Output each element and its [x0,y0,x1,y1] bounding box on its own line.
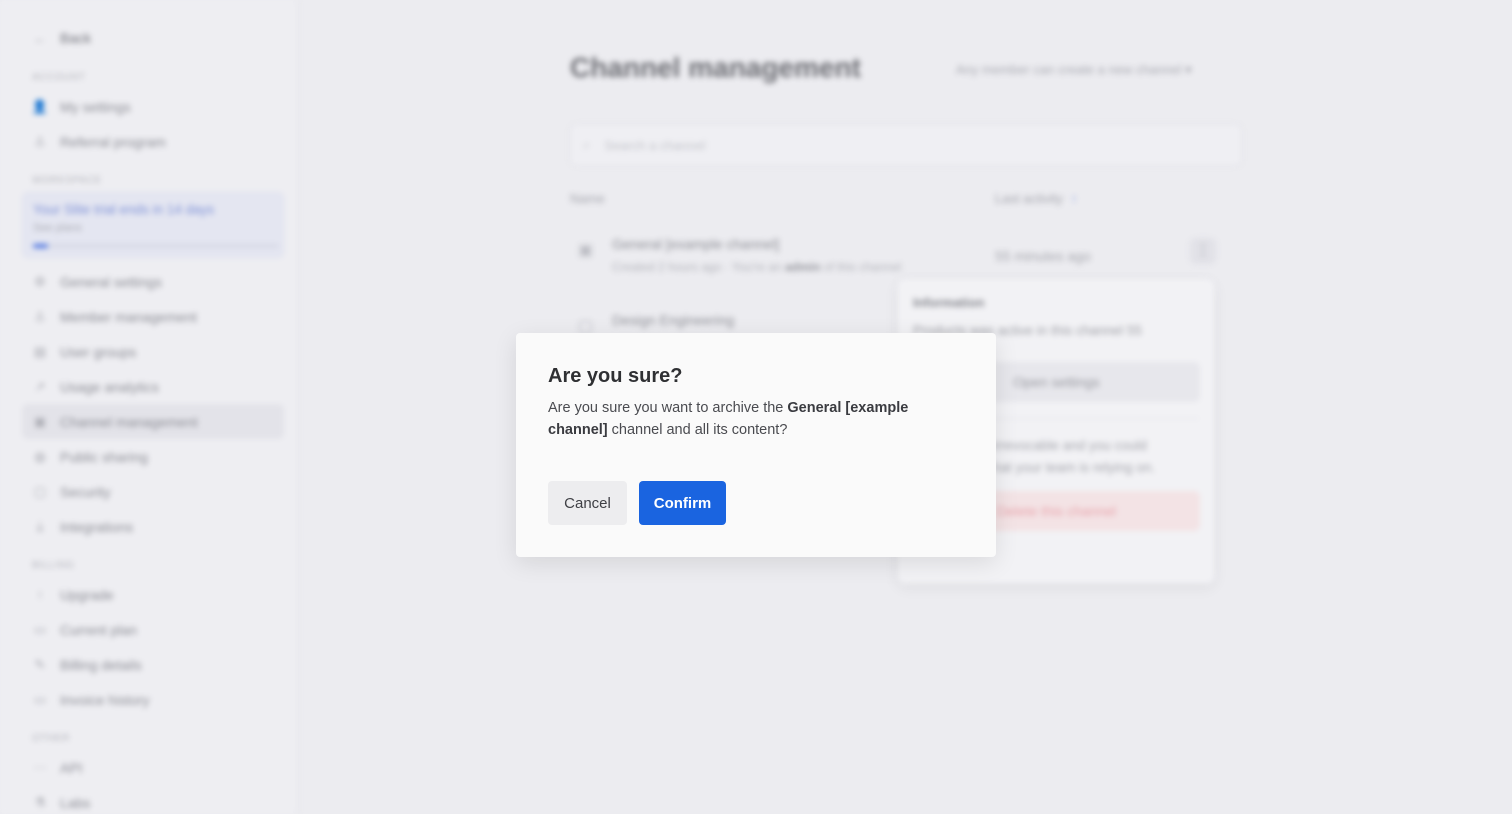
arrow-up-icon: ↑ [36,587,44,602]
card-icon: ▭ [33,621,47,637]
invoice-icon: ▭ [33,691,47,707]
lock-icon: ▢ [33,483,47,499]
sidebar-item-label: Security [60,483,111,500]
sidebar-item-label: Usage analytics [60,378,159,395]
sort-arrow-up-icon: ↑ [1070,191,1078,206]
section-label-billing: BILLING [32,560,75,571]
channel-meta: Created 2 hours ago · You're an admin of… [612,260,901,274]
sidebar-item-general-settings[interactable]: ⚙ General settings [22,264,284,299]
plug-icon: ⏚ [33,520,47,535]
trial-title: Your Slite trial ends in 14 days [33,202,215,217]
sidebar-item-upgrade[interactable]: ↑ Upgrade [22,577,284,612]
channel-meta-prefix: Created 2 hours ago · You're an [612,260,782,274]
column-header-name[interactable]: Name [570,191,605,206]
chevron-down-icon: ▾ [1185,62,1192,77]
arrow-left-icon: ← [33,30,47,46]
sidebar-item-label: Current plan [60,621,138,638]
sidebar-item-label: Labs [60,794,91,811]
user-icon: ♙ [34,308,46,324]
sidebar-item-label: API [60,759,83,776]
channel-creation-dropdown-label: Any member can create a new channel [956,62,1182,77]
pencil-icon: ✎ [34,656,46,672]
column-header-last-activity[interactable]: Last activity ↑ [995,191,1077,206]
users-icon: ▤ [33,343,47,359]
sidebar-item-user-groups[interactable]: ▤ User groups [22,334,284,369]
sidebar-item-usage-analytics[interactable]: ↗ Usage analytics [22,369,284,404]
dialog-message-prefix: Are you sure you want to archive the [548,400,784,416]
menu-title: Information [913,295,985,310]
sidebar-item-public-sharing[interactable]: ◍ Public sharing [22,439,284,474]
sidebar-item-labs[interactable]: ⚗ Labs [22,785,284,814]
section-label-other: OTHER [32,733,70,744]
sidebar-item-label: Referral program [60,133,166,150]
sidebar-item-label: Channel management [60,413,198,430]
sidebar-item-billing-details[interactable]: ✎ Billing details [22,647,284,682]
channel-name: General [example channel] [612,236,780,252]
sidebar-item-member-management[interactable]: ♙ Member management [22,299,284,334]
section-label-workspace: WORKSPACE [32,175,102,186]
sidebar-item-referral-program[interactable]: ♙ Referral program [22,124,284,159]
sidebar: ← Back ACCOUNT 👤 My settings ♙ Referral … [0,0,298,814]
trial-see-plans-link[interactable]: See plans [33,222,273,234]
page-title: Channel management [570,52,861,83]
search-icon: ⌕ [583,137,591,152]
sidebar-item-label: My settings [60,98,131,115]
dialog-message-suffix: channel and all its content? [611,422,788,438]
back-button[interactable]: ← Back [22,20,285,56]
channel-icon: ▣ [33,413,47,429]
sidebar-item-my-settings[interactable]: 👤 My settings [22,89,284,124]
sidebar-item-label: Upgrade [60,586,114,603]
sidebar-item-label: Member management [60,308,197,325]
sidebar-item-integrations[interactable]: ⏚ Integrations [22,509,284,544]
channel-meta-role: admin [785,260,821,274]
trial-progress-fill [33,244,48,248]
last-activity: 55 minutes ago [995,248,1091,264]
confirm-button[interactable]: Confirm [639,481,726,525]
flask-icon: ⚗ [34,794,46,810]
section-label-account: ACCOUNT [32,72,86,83]
dialog-actions: Cancel Confirm [548,481,726,525]
channel-meta-suffix: of this channel [823,260,902,274]
channel-creation-dropdown[interactable]: Any member can create a new channel ▾ [956,62,1192,78]
gift-icon: ♙ [34,133,46,149]
sidebar-item-label: General settings [60,273,162,290]
trial-progress-bar [33,244,279,248]
delete-warning-line: irrevocable and you could [993,438,1147,453]
code-icon: ⋯ [33,759,47,775]
search-input[interactable]: ⌕ Search a channel [570,124,1242,166]
sidebar-item-label: Public sharing [60,448,148,465]
sidebar-item-channel-management[interactable]: ▣ Channel management [22,404,284,439]
channel-icon: ▣ [578,242,594,259]
cancel-button[interactable]: Cancel [548,481,627,525]
globe-icon: ◍ [34,448,46,464]
sidebar-item-label: Billing details [60,656,142,673]
trial-banner[interactable]: Your Slite trial ends in 14 days See pla… [22,192,284,258]
search-placeholder: Search a channel [604,137,706,153]
chart-icon: ↗ [34,378,46,394]
more-options-icon[interactable]: ⋮ [1190,238,1216,264]
confirm-archive-dialog: Are you sure? Are you sure you want to a… [516,333,996,557]
sidebar-item-current-plan[interactable]: ▭ Current plan [22,612,284,647]
channel-name: Design Engineering [612,312,735,328]
back-label: Back [60,30,92,46]
column-header-label: Last activity [995,191,1063,206]
gear-icon: ⚙ [34,273,46,289]
sidebar-item-label: Integrations [60,518,134,535]
sidebar-item-invoice-history[interactable]: ▭ Invoice history [22,682,284,717]
dialog-message: Are you sure you want to archive the Gen… [548,397,964,441]
dialog-title: Are you sure? [548,365,683,387]
sidebar-item-api[interactable]: ⋯ API [22,750,284,785]
sidebar-item-security[interactable]: ▢ Security [22,474,284,509]
user-icon: 👤 [31,98,49,114]
sidebar-item-label: Invoice history [60,691,150,708]
delete-warning-line: hat your team is relying on. [993,460,1156,475]
sidebar-item-label: User groups [60,343,137,360]
